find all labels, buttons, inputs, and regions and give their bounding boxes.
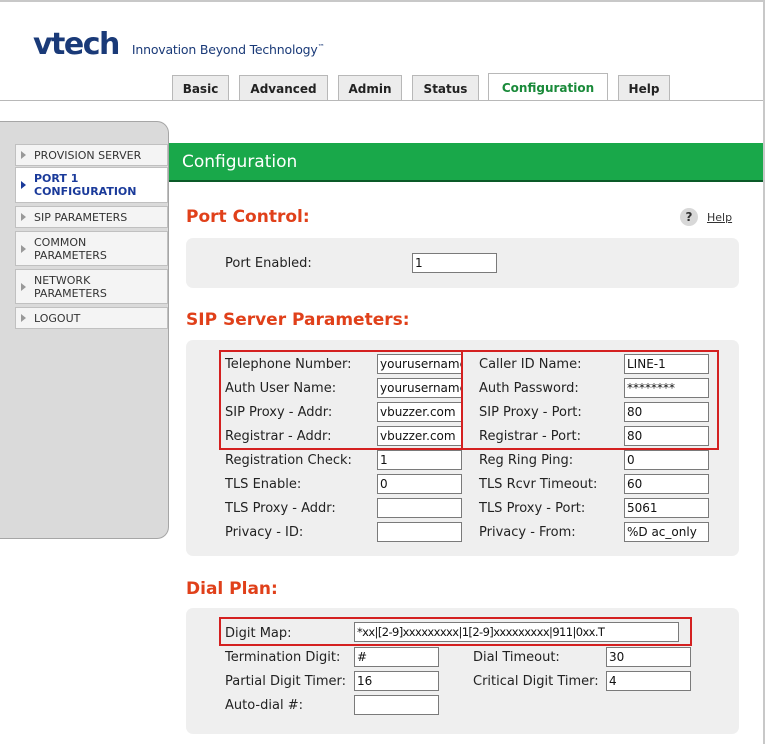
sidebar-item-label: PORT 1 CONFIGURATION — [34, 172, 137, 198]
tab-status[interactable]: Status — [412, 75, 479, 101]
partial-digit-timer-field[interactable]: 16 — [354, 671, 439, 691]
sidebar-item-label: PROVISION SERVER — [34, 148, 142, 162]
privacy-from-label: Privacy - From: — [479, 525, 576, 540]
window-top-edge — [0, 0, 765, 2]
auto-dial-label: Auto-dial #: — [225, 698, 303, 713]
vtech-logo: vtech Innovation Beyond Technology™ — [33, 27, 325, 62]
trademark-symbol: ™ — [317, 42, 325, 51]
auto-dial-field[interactable] — [354, 695, 439, 715]
tls-proxy-port-field[interactable]: 5061 — [624, 498, 709, 518]
sidebar: PROVISION SERVER PORT 1 CONFIGURATION SI… — [0, 121, 169, 539]
sidebar-item-provision-server[interactable]: PROVISION SERVER — [15, 144, 168, 166]
termination-digit-label: Termination Digit: — [225, 650, 341, 665]
sidebar-item-label: LOGOUT — [34, 311, 81, 325]
tls-enable-label: TLS Enable: — [225, 477, 302, 492]
sidebar-item-label: COMMON PARAMETERS — [34, 235, 107, 262]
critical-digit-timer-label: Critical Digit Timer: — [473, 674, 599, 689]
tls-enable-field[interactable]: 0 — [377, 474, 462, 494]
tab-configuration[interactable]: Configuration — [488, 73, 608, 101]
tls-rcvr-timeout-label: TLS Rcvr Timeout: — [479, 477, 598, 492]
dial-plan-title: Dial Plan: — [186, 579, 278, 599]
port-control-title: Port Control: — [186, 207, 310, 227]
sidebar-item-label: SIP PARAMETERS — [34, 210, 128, 224]
critical-digit-timer-field[interactable]: 4 — [606, 671, 691, 691]
tab-basic[interactable]: Basic — [172, 75, 229, 101]
tls-proxy-addr-label: TLS Proxy - Addr: — [225, 501, 336, 516]
sidebar-item-common-parameters[interactable]: COMMON PARAMETERS — [15, 231, 168, 266]
tls-rcvr-timeout-field[interactable]: 60 — [624, 474, 709, 494]
tab-help[interactable]: Help — [618, 75, 670, 101]
highlight-box-right — [461, 350, 719, 450]
header-divider — [0, 100, 763, 101]
sidebar-item-network-parameters[interactable]: NETWORK PARAMETERS — [15, 269, 168, 304]
chevron-right-icon — [21, 282, 26, 291]
sidebar-item-sip-parameters[interactable]: SIP PARAMETERS — [15, 206, 168, 228]
help-link[interactable]: ? Help — [680, 208, 732, 226]
chevron-right-icon — [21, 181, 26, 189]
highlight-box-digit-map — [219, 617, 692, 646]
partial-digit-timer-label: Partial Digit Timer: — [225, 674, 347, 689]
chevron-right-icon — [21, 244, 26, 253]
chevron-right-icon — [21, 314, 26, 322]
logo-wordmark: vtech — [33, 27, 120, 62]
chevron-right-icon — [21, 151, 26, 159]
port-enabled-field[interactable]: 1 — [412, 253, 497, 273]
help-icon: ? — [680, 208, 698, 226]
dial-timeout-field[interactable]: 30 — [606, 647, 691, 667]
tagline-text: Innovation Beyond Technology — [131, 42, 318, 57]
reg-ring-ping-field[interactable]: 0 — [624, 450, 709, 470]
reg-ring-ping-label: Reg Ring Ping: — [479, 453, 574, 468]
privacy-id-field[interactable] — [377, 522, 462, 542]
tab-advanced[interactable]: Advanced — [239, 75, 328, 101]
sip-server-parameters-title: SIP Server Parameters: — [186, 310, 410, 330]
tls-proxy-port-label: TLS Proxy - Port: — [479, 501, 586, 516]
help-label: Help — [707, 210, 733, 224]
termination-digit-field[interactable]: # — [354, 647, 439, 667]
page-title-bar: Configuration — [169, 143, 763, 182]
dial-timeout-label: Dial Timeout: — [473, 650, 560, 665]
tab-admin[interactable]: Admin — [338, 75, 402, 101]
registration-check-label: Registration Check: — [225, 453, 352, 468]
sidebar-item-port-1-configuration[interactable]: PORT 1 CONFIGURATION — [15, 167, 168, 203]
privacy-id-label: Privacy - ID: — [225, 525, 304, 540]
sidebar-item-label: NETWORK PARAMETERS — [34, 273, 107, 300]
highlight-box-left — [219, 350, 463, 450]
page-title: Configuration — [182, 151, 298, 172]
tls-proxy-addr-field[interactable] — [377, 498, 462, 518]
sidebar-item-logout[interactable]: LOGOUT — [15, 307, 168, 329]
chevron-right-icon — [21, 213, 26, 221]
privacy-from-field[interactable]: %D ac_only — [624, 522, 709, 542]
port-enabled-label: Port Enabled: — [225, 256, 312, 271]
logo-tagline: Innovation Beyond Technology™ — [132, 42, 325, 57]
registration-check-field[interactable]: 1 — [377, 450, 462, 470]
